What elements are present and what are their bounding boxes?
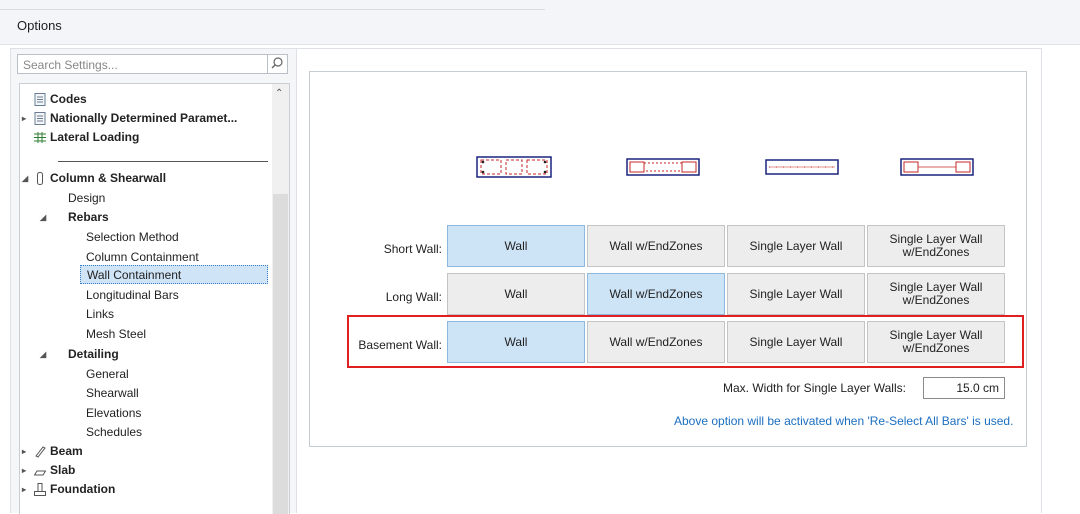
tree-item-column-shearwall[interactable]: ◢ Column & Shearwall (22, 169, 167, 188)
collapse-arrow-icon[interactable]: ◢ (40, 345, 46, 364)
column-icon (37, 172, 43, 185)
collapse-arrow-icon[interactable]: ◢ (22, 169, 28, 188)
long-wall-wall-option[interactable]: Wall (447, 273, 585, 315)
tree-item-label: Schedules (86, 425, 143, 439)
long-wall-endzones-option[interactable]: Wall w/EndZones (587, 273, 725, 315)
title-bar-line (0, 9, 545, 10)
search-icon (271, 57, 283, 69)
tree-item-codes[interactable]: Codes (34, 90, 87, 109)
tree-item-label: Design (68, 191, 106, 205)
activation-note: Above option will be activated when 'Re-… (674, 414, 1014, 428)
tree-item-label: Selection Method (86, 230, 179, 244)
title-bar: Options (0, 0, 1080, 45)
tree-item-label: General (86, 367, 129, 381)
long-wall-single-layer-option[interactable]: Single Layer Wall (727, 273, 865, 315)
short-wall-endzones-option[interactable]: Wall w/EndZones (587, 225, 725, 267)
single-layer-wall-endzones-section-image (900, 158, 974, 176)
document-icon (34, 112, 46, 125)
tree-item-selection-method[interactable]: Selection Method (86, 228, 179, 247)
tree-item-label: Wall Containment (87, 268, 182, 282)
search-button[interactable] (267, 54, 287, 74)
tree-item-shearwall[interactable]: Shearwall (86, 384, 139, 403)
tree-scrollbar[interactable]: ⌃ (272, 84, 289, 514)
tree-item-label: Elevations (86, 406, 142, 420)
tree-item-label: Links (86, 307, 115, 321)
tree-item-foundation[interactable]: ▸ Foundation (22, 480, 116, 499)
tree-item-schedules[interactable]: Schedules (86, 423, 142, 442)
expand-arrow-icon[interactable]: ▸ (22, 480, 26, 499)
tree-item-general[interactable]: General (86, 365, 129, 384)
settings-tree[interactable]: Codes ▸ Nationally Determined Paramet...… (19, 83, 290, 514)
tree-item-label: Foundation (50, 482, 116, 496)
tree-item-label: Column & Shearwall (50, 171, 167, 185)
scroll-up-icon[interactable]: ⌃ (275, 88, 283, 99)
tree-item-detailing[interactable]: ◢ Detailing (40, 345, 119, 364)
tree-item-beam[interactable]: ▸ Beam (22, 442, 83, 461)
short-wall-wall-option[interactable]: Wall (447, 225, 585, 267)
max-width-input[interactable]: 15.0 cm (923, 377, 1005, 399)
tree-item-label: Shearwall (86, 386, 139, 400)
tree-item-design[interactable]: Design (68, 189, 105, 208)
tree-item-wall-containment[interactable]: Wall Containment (80, 265, 268, 284)
short-wall-single-layer-option[interactable]: Single Layer Wall (727, 225, 865, 267)
tree-item-slab[interactable]: ▸ Slab (22, 461, 76, 480)
expand-arrow-icon[interactable]: ▸ (22, 442, 26, 461)
lateral-load-icon (34, 132, 46, 143)
tree-item-label: Lateral Loading (50, 130, 140, 144)
short-wall-label: Short Wall: (383, 242, 442, 256)
tree-item-rebars[interactable]: ◢ Rebars (40, 208, 109, 227)
tree-item-label: Nationally Determined Paramet... (50, 111, 238, 125)
tree-item-nationally-determined-parameters[interactable]: ▸ Nationally Determined Paramet... (22, 109, 238, 128)
document-icon (34, 93, 46, 106)
wall-containment-group: Short Wall: Wall Wall w/EndZones Single … (309, 71, 1027, 447)
tree-separator (58, 161, 268, 162)
window-title: Options (17, 18, 62, 33)
expand-arrow-icon[interactable]: ▸ (22, 461, 26, 480)
tree-item-label: Slab (50, 463, 76, 477)
expand-arrow-icon[interactable]: ▸ (22, 109, 26, 128)
tree-item-label: Beam (50, 444, 83, 458)
tree-item-elevations[interactable]: Elevations (86, 404, 141, 423)
tree-item-mesh-steel[interactable]: Mesh Steel (86, 325, 146, 344)
search-input[interactable]: Search Settings... (17, 54, 288, 74)
foundation-icon (34, 483, 46, 496)
tree-item-links[interactable]: Links (86, 305, 114, 324)
basement-wall-highlight-box (347, 315, 1024, 368)
tree-item-label: Detailing (68, 347, 119, 361)
wall-containment-settings-panel: Short Wall: Wall Wall w/EndZones Single … (296, 48, 1042, 513)
tree-item-label: Mesh Steel (86, 327, 147, 341)
tree-item-label: Column Containment (86, 250, 199, 264)
beam-icon (35, 446, 46, 458)
tree-item-label: Longitudinal Bars (86, 288, 179, 302)
wall-section-image (476, 156, 552, 178)
tree-item-longitudinal-bars[interactable]: Longitudinal Bars (86, 286, 179, 305)
collapse-arrow-icon[interactable]: ◢ (40, 208, 46, 227)
wall-endzones-section-image (626, 158, 700, 176)
max-width-label: Max. Width for Single Layer Walls: (723, 381, 906, 395)
tree-item-label: Codes (50, 92, 87, 106)
search-placeholder: Search Settings... (23, 58, 118, 72)
short-wall-single-layer-endzones-option[interactable]: Single Layer Wall w/EndZones (867, 225, 1005, 267)
tree-item-label: Rebars (68, 210, 109, 224)
long-wall-single-layer-endzones-option[interactable]: Single Layer Wall w/EndZones (867, 273, 1005, 315)
slab-icon (34, 470, 46, 476)
settings-navigation-panel: Search Settings... Codes ▸ Nationally De… (10, 48, 297, 514)
single-layer-wall-section-image (765, 159, 839, 175)
long-wall-label: Long Wall: (385, 290, 442, 304)
scrollbar-thumb[interactable] (273, 194, 288, 514)
tree-item-lateral-loading[interactable]: Lateral Loading (34, 128, 140, 147)
